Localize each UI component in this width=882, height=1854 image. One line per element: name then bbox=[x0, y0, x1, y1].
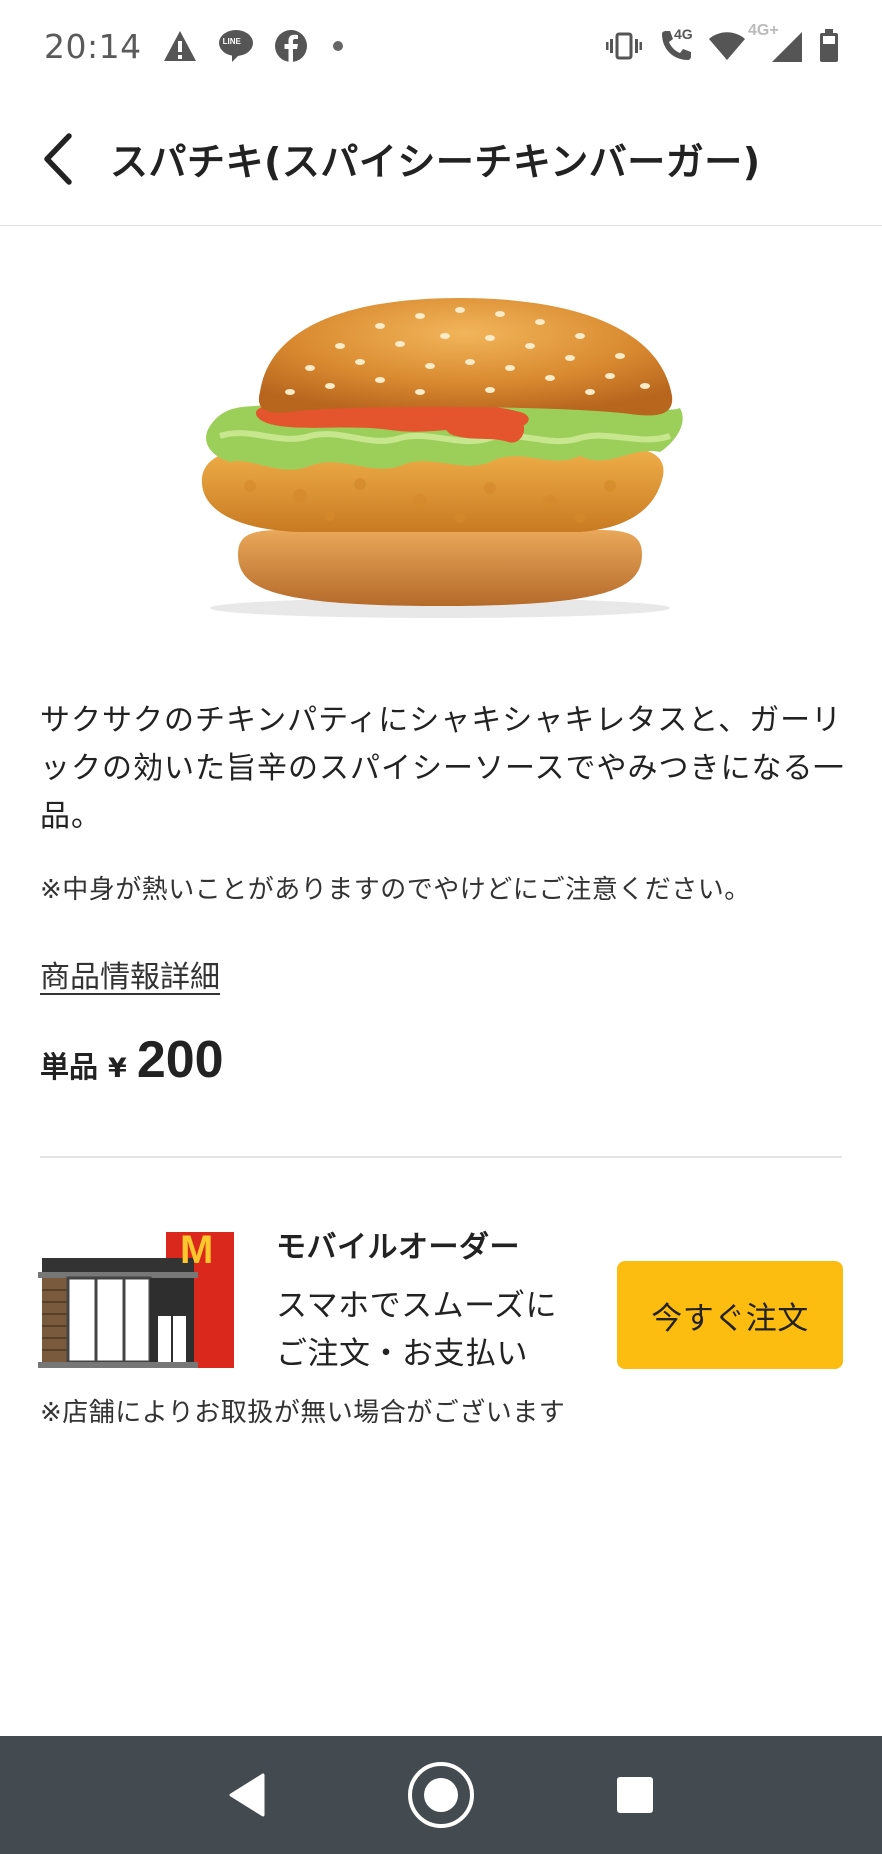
page-title: スパチキ(スパイシーチキンバーガー) bbox=[110, 140, 761, 184]
price-currency: ¥ bbox=[108, 1053, 127, 1084]
volte-call-icon: 4G bbox=[656, 26, 694, 64]
dot-icon bbox=[328, 36, 348, 56]
facebook-icon bbox=[274, 29, 308, 63]
price-unit-label: 単品 bbox=[40, 1050, 99, 1084]
home-circle-icon bbox=[408, 1762, 474, 1828]
status-time: 20:14 bbox=[44, 26, 142, 66]
mobile-order-desc-line1: スマホでスムーズに bbox=[276, 1288, 558, 1324]
signal-icon: 4G+ bbox=[748, 22, 804, 64]
price: 単品 ¥ 200 bbox=[40, 1030, 224, 1090]
divider bbox=[40, 1156, 842, 1158]
order-now-button[interactable]: 今すぐ注文 bbox=[617, 1261, 843, 1369]
product-image bbox=[190, 296, 750, 636]
chevron-left-icon bbox=[44, 132, 72, 185]
status-right: 4G 4G+ bbox=[606, 22, 840, 64]
mcdonalds-logo-letter: M bbox=[180, 1228, 214, 1272]
warning-icon bbox=[162, 29, 198, 63]
network-4g-plus-label: 4G+ bbox=[748, 22, 779, 39]
status-bar: 20:14 LINE 4G 4G+ bbox=[0, 0, 882, 92]
caution-note: ※中身が熱いことがありますのでやけどにご注意ください。 bbox=[40, 875, 751, 905]
mobile-order-title: モバイルオーダー bbox=[276, 1230, 520, 1265]
line-badge-text: LINE bbox=[222, 37, 241, 46]
mcdonalds-store-icon: M bbox=[38, 1228, 238, 1370]
back-triangle-icon bbox=[229, 1773, 265, 1817]
product-detail-link[interactable]: 商品情報詳細 bbox=[40, 958, 220, 998]
product-description: サクサクのチキンパティにシャキシャキレタスと、ガーリックの効いた旨辛のスパイシー… bbox=[40, 703, 845, 834]
nav-back-button[interactable] bbox=[202, 1750, 292, 1840]
network-4g-label: 4G bbox=[674, 26, 693, 42]
recents-square-icon bbox=[617, 1777, 653, 1813]
vibrate-icon bbox=[606, 29, 642, 63]
back-button[interactable] bbox=[0, 92, 106, 226]
app-header: スパチキ(スパイシーチキンバーガー) bbox=[0, 92, 882, 226]
mobile-order-note: ※店舗によりお取扱が無い場合がございます bbox=[40, 1398, 566, 1428]
system-nav-bar bbox=[0, 1736, 882, 1854]
mobile-order-desc-line2: ご注文・お支払い bbox=[276, 1336, 528, 1372]
price-value: 200 bbox=[136, 1031, 224, 1089]
wifi-icon bbox=[708, 31, 746, 61]
battery-icon bbox=[818, 28, 840, 64]
line-icon: LINE bbox=[218, 29, 254, 63]
status-left: 20:14 LINE bbox=[44, 27, 348, 66]
nav-recents-button[interactable] bbox=[590, 1750, 680, 1840]
nav-home-button[interactable] bbox=[396, 1750, 486, 1840]
